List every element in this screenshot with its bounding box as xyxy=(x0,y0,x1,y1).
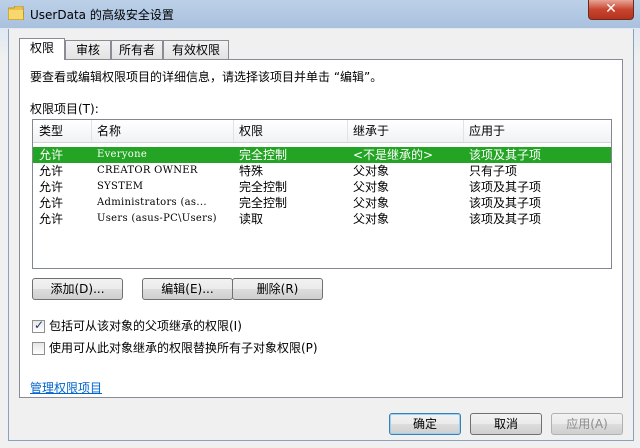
cell-applies-to: 该项及其子项 xyxy=(469,196,542,210)
cell-type: 允许 xyxy=(39,212,64,226)
cell-applies-to: 该项及其子项 xyxy=(469,212,542,226)
manage-permissions-link[interactable]: 管理权限项目 xyxy=(30,379,102,396)
window-title: UserData 的高级安全设置 xyxy=(30,8,174,22)
cell-inherited-from: <不是继承的> xyxy=(353,148,434,162)
check-mark-icon: ✓ xyxy=(34,318,45,332)
list-header: 类型 名称 权限 继承于 应用于 xyxy=(33,120,611,143)
column-header-applies-to[interactable]: 应用于 xyxy=(463,120,609,142)
checkbox-label: 包括可从该对象的父项继承的权限(I) xyxy=(49,319,242,333)
cell-inherited-from: 父对象 xyxy=(353,164,390,178)
tab-auditing[interactable]: 审核 xyxy=(65,40,111,59)
cell-permission: 完全控制 xyxy=(239,148,288,162)
checkbox-box[interactable]: ✓ xyxy=(32,318,45,333)
cell-name: Everyone xyxy=(97,149,148,160)
dialog-content: 权限 审核 所有者 有效权限 要查看或编辑权限项目的详细信息，请选择该项目并单击… xyxy=(8,29,634,441)
ok-button[interactable]: 确定 xyxy=(389,413,461,435)
cancel-button[interactable]: 取消 xyxy=(470,413,542,435)
cell-applies-to: 该项及其子项 xyxy=(469,148,542,162)
table-row[interactable]: 允许 Users (asus-PC\Users) 读取 父对象 该项及其子项 xyxy=(33,211,611,227)
add-button[interactable]: 添加(D)... xyxy=(32,278,123,300)
edit-button[interactable]: 编辑(E)... xyxy=(142,278,233,300)
tab-owner[interactable]: 所有者 xyxy=(111,40,163,59)
column-header-type[interactable]: 类型 xyxy=(33,120,92,142)
checkbox-box[interactable] xyxy=(32,342,45,355)
cell-permission: 特殊 xyxy=(239,164,264,178)
cell-inherited-from: 父对象 xyxy=(353,180,390,194)
title-bar[interactable]: UserData 的高级安全设置 ✕ xyxy=(0,0,640,28)
cell-permission: 读取 xyxy=(239,212,264,226)
table-row[interactable]: 允许 SYSTEM 完全控制 父对象 该项及其子项 xyxy=(33,179,611,195)
cell-applies-to: 该项及其子项 xyxy=(469,180,542,194)
cell-permission: 完全控制 xyxy=(239,180,288,194)
cell-type: 允许 xyxy=(39,196,64,210)
column-header-permission[interactable]: 权限 xyxy=(233,120,348,142)
table-row[interactable]: 允许 Everyone 完全控制 <不是继承的> 该项及其子项 xyxy=(33,147,611,163)
cell-type: 允许 xyxy=(39,164,64,178)
folder-icon xyxy=(8,6,24,20)
cell-name: Administrators (as... xyxy=(97,197,207,208)
table-row[interactable]: 允许 CREATOR OWNER 特殊 父对象 只有子项 xyxy=(33,163,611,179)
close-button[interactable]: ✕ xyxy=(588,0,634,20)
permission-entries-list[interactable]: 类型 名称 权限 继承于 应用于 允许 Everyone 完全控制 <不是继承的… xyxy=(32,119,612,269)
checkbox-label: 使用可从此对象继承的权限替换所有子对象权限(P) xyxy=(49,341,318,355)
cell-name: SYSTEM xyxy=(97,181,144,192)
cell-name: CREATOR OWNER xyxy=(97,165,198,176)
description-text: 要查看或编辑权限项目的详细信息，请选择该项目并单击 “编辑”。 xyxy=(30,70,383,84)
column-header-inherited-from[interactable]: 继承于 xyxy=(347,120,464,142)
permission-entries-label: 权限项目(T): xyxy=(30,102,99,116)
cell-name: Users (asus-PC\Users) xyxy=(97,213,217,224)
cell-inherited-from: 父对象 xyxy=(353,196,390,210)
tab-permissions[interactable]: 权限 xyxy=(19,38,65,60)
delete-button[interactable]: 删除(R) xyxy=(232,278,323,300)
dialog-window: UserData 的高级安全设置 ✕ 权限 审核 所有者 有效权限 要查看或编辑… xyxy=(0,0,640,448)
tab-effective-permissions[interactable]: 有效权限 xyxy=(163,40,229,59)
table-row[interactable]: 允许 Administrators (as... 完全控制 父对象 该项及其子项 xyxy=(33,195,611,211)
apply-button[interactable]: 应用(A) xyxy=(551,413,623,435)
column-header-name[interactable]: 名称 xyxy=(91,120,234,142)
cell-applies-to: 只有子项 xyxy=(469,164,518,178)
cell-inherited-from: 父对象 xyxy=(353,212,390,226)
cell-type: 允许 xyxy=(39,148,64,162)
cell-type: 允许 xyxy=(39,180,64,194)
cell-permission: 完全控制 xyxy=(239,196,288,210)
permissions-panel: 要查看或编辑权限项目的详细信息，请选择该项目并单击 “编辑”。 权限项目(T):… xyxy=(19,59,623,398)
